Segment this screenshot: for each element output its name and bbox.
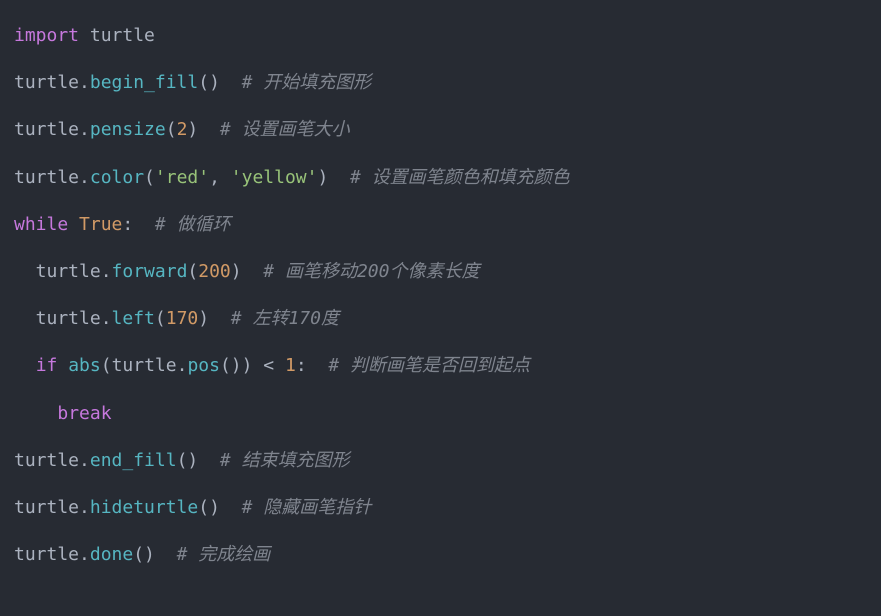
code-token: ( [155, 308, 166, 329]
code-token: turtle. [14, 167, 90, 188]
code-token: turtle. [14, 497, 90, 518]
code-line[interactable]: turtle.end_fill() # 结束填充图形 [14, 437, 867, 484]
code-token: left [112, 308, 155, 329]
code-token: ( [187, 261, 198, 282]
code-token [68, 214, 79, 235]
code-token: ()) < [220, 355, 285, 376]
code-editor[interactable]: import turtle turtle.begin_fill() # 开始填充… [0, 0, 881, 590]
code-token: turtle. [14, 72, 90, 93]
code-token: ) [187, 119, 220, 140]
code-token: () [133, 544, 176, 565]
code-line[interactable]: turtle.left(170) # 左转170度 [14, 295, 867, 342]
code-line[interactable]: turtle.color('red', 'yellow') # 设置画笔颜色和填… [14, 154, 867, 201]
code-token: turtle. [14, 261, 112, 282]
code-line[interactable]: turtle.pensize(2) # 设置画笔大小 [14, 106, 867, 153]
code-token: # 隐藏画笔指针 [242, 497, 372, 518]
code-token: () [198, 497, 241, 518]
code-token: 2 [177, 119, 188, 140]
code-token: turtle. [14, 544, 90, 565]
code-token: pensize [90, 119, 166, 140]
code-token: # 判断画笔是否回到起点 [328, 355, 530, 376]
code-line[interactable]: break [14, 390, 867, 437]
code-token: if [36, 355, 58, 376]
code-token: turtle. [14, 450, 90, 471]
code-token: end_fill [90, 450, 177, 471]
code-token: # 设置画笔大小 [220, 119, 350, 140]
code-token: hideturtle [90, 497, 198, 518]
code-line[interactable]: turtle.begin_fill() # 开始填充图形 [14, 59, 867, 106]
code-token: ) [231, 261, 264, 282]
code-token: # 完成绘画 [177, 544, 271, 565]
code-token: ( [166, 119, 177, 140]
code-token: # 设置画笔颜色和填充颜色 [350, 167, 570, 188]
code-token: ( [144, 167, 155, 188]
code-token: 'red' [155, 167, 209, 188]
code-token: turtle. [14, 308, 112, 329]
code-token: 170 [166, 308, 199, 329]
code-token: (turtle. [101, 355, 188, 376]
code-token: ) [198, 308, 231, 329]
code-token: # 左转170度 [231, 308, 339, 329]
code-token: turtle. [14, 119, 90, 140]
code-token: begin_fill [90, 72, 198, 93]
code-token [14, 403, 57, 424]
code-line[interactable]: turtle.hideturtle() # 隐藏画笔指针 [14, 484, 867, 531]
code-token: () [198, 72, 241, 93]
code-token: , [209, 167, 231, 188]
code-token: break [57, 403, 111, 424]
code-token: 1 [285, 355, 296, 376]
code-token: turtle [79, 25, 155, 46]
code-token: True [79, 214, 122, 235]
code-line[interactable]: turtle.done() # 完成绘画 [14, 531, 867, 578]
code-token [14, 355, 36, 376]
code-token: : [296, 355, 329, 376]
code-token: 200 [198, 261, 231, 282]
code-token: while [14, 214, 68, 235]
code-token: # 画笔移动200个像素长度 [263, 261, 479, 282]
code-token: ) [317, 167, 350, 188]
code-token: # 开始填充图形 [242, 72, 372, 93]
code-token: : [122, 214, 155, 235]
code-token: # 结束填充图形 [220, 450, 350, 471]
code-token: done [90, 544, 133, 565]
code-token: 'yellow' [231, 167, 318, 188]
code-token: # 做循环 [155, 214, 231, 235]
code-token: abs [68, 355, 101, 376]
code-token: color [90, 167, 144, 188]
code-token: () [177, 450, 220, 471]
code-token: pos [187, 355, 220, 376]
code-line[interactable]: turtle.forward(200) # 画笔移动200个像素长度 [14, 248, 867, 295]
code-line[interactable]: if abs(turtle.pos()) < 1: # 判断画笔是否回到起点 [14, 342, 867, 389]
code-line[interactable]: import turtle [14, 12, 867, 59]
code-token [57, 355, 68, 376]
code-token: import [14, 25, 79, 46]
code-line[interactable]: while True: # 做循环 [14, 201, 867, 248]
code-token: forward [112, 261, 188, 282]
